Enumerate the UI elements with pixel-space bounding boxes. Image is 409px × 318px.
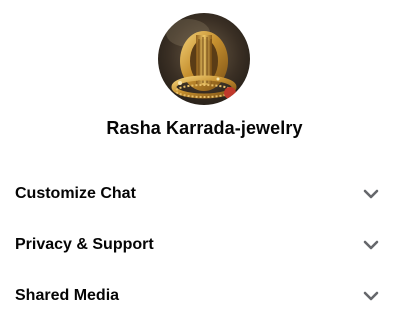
chevron-down-icon[interactable] [362, 290, 380, 302]
profile-name: Rasha Karrada-jewelry [106, 118, 303, 138]
avatar-photo [158, 13, 250, 105]
menu-item-shared-media[interactable]: Shared Media [0, 270, 409, 318]
avatar[interactable] [158, 13, 250, 105]
menu-item-label: Privacy & Support [15, 235, 154, 253]
chat-info-panel: Rasha Karrada-jewelry Customize Chat Pri… [0, 0, 409, 318]
menu-item-privacy-support[interactable]: Privacy & Support [0, 219, 409, 270]
chevron-down-icon[interactable] [362, 239, 380, 251]
menu-item-label: Customize Chat [15, 184, 136, 202]
menu-item-customize-chat[interactable]: Customize Chat [0, 168, 409, 219]
settings-menu: Customize Chat Privacy & Support Shared … [0, 168, 409, 318]
menu-item-label: Shared Media [15, 286, 120, 304]
chevron-down-icon[interactable] [362, 188, 380, 200]
